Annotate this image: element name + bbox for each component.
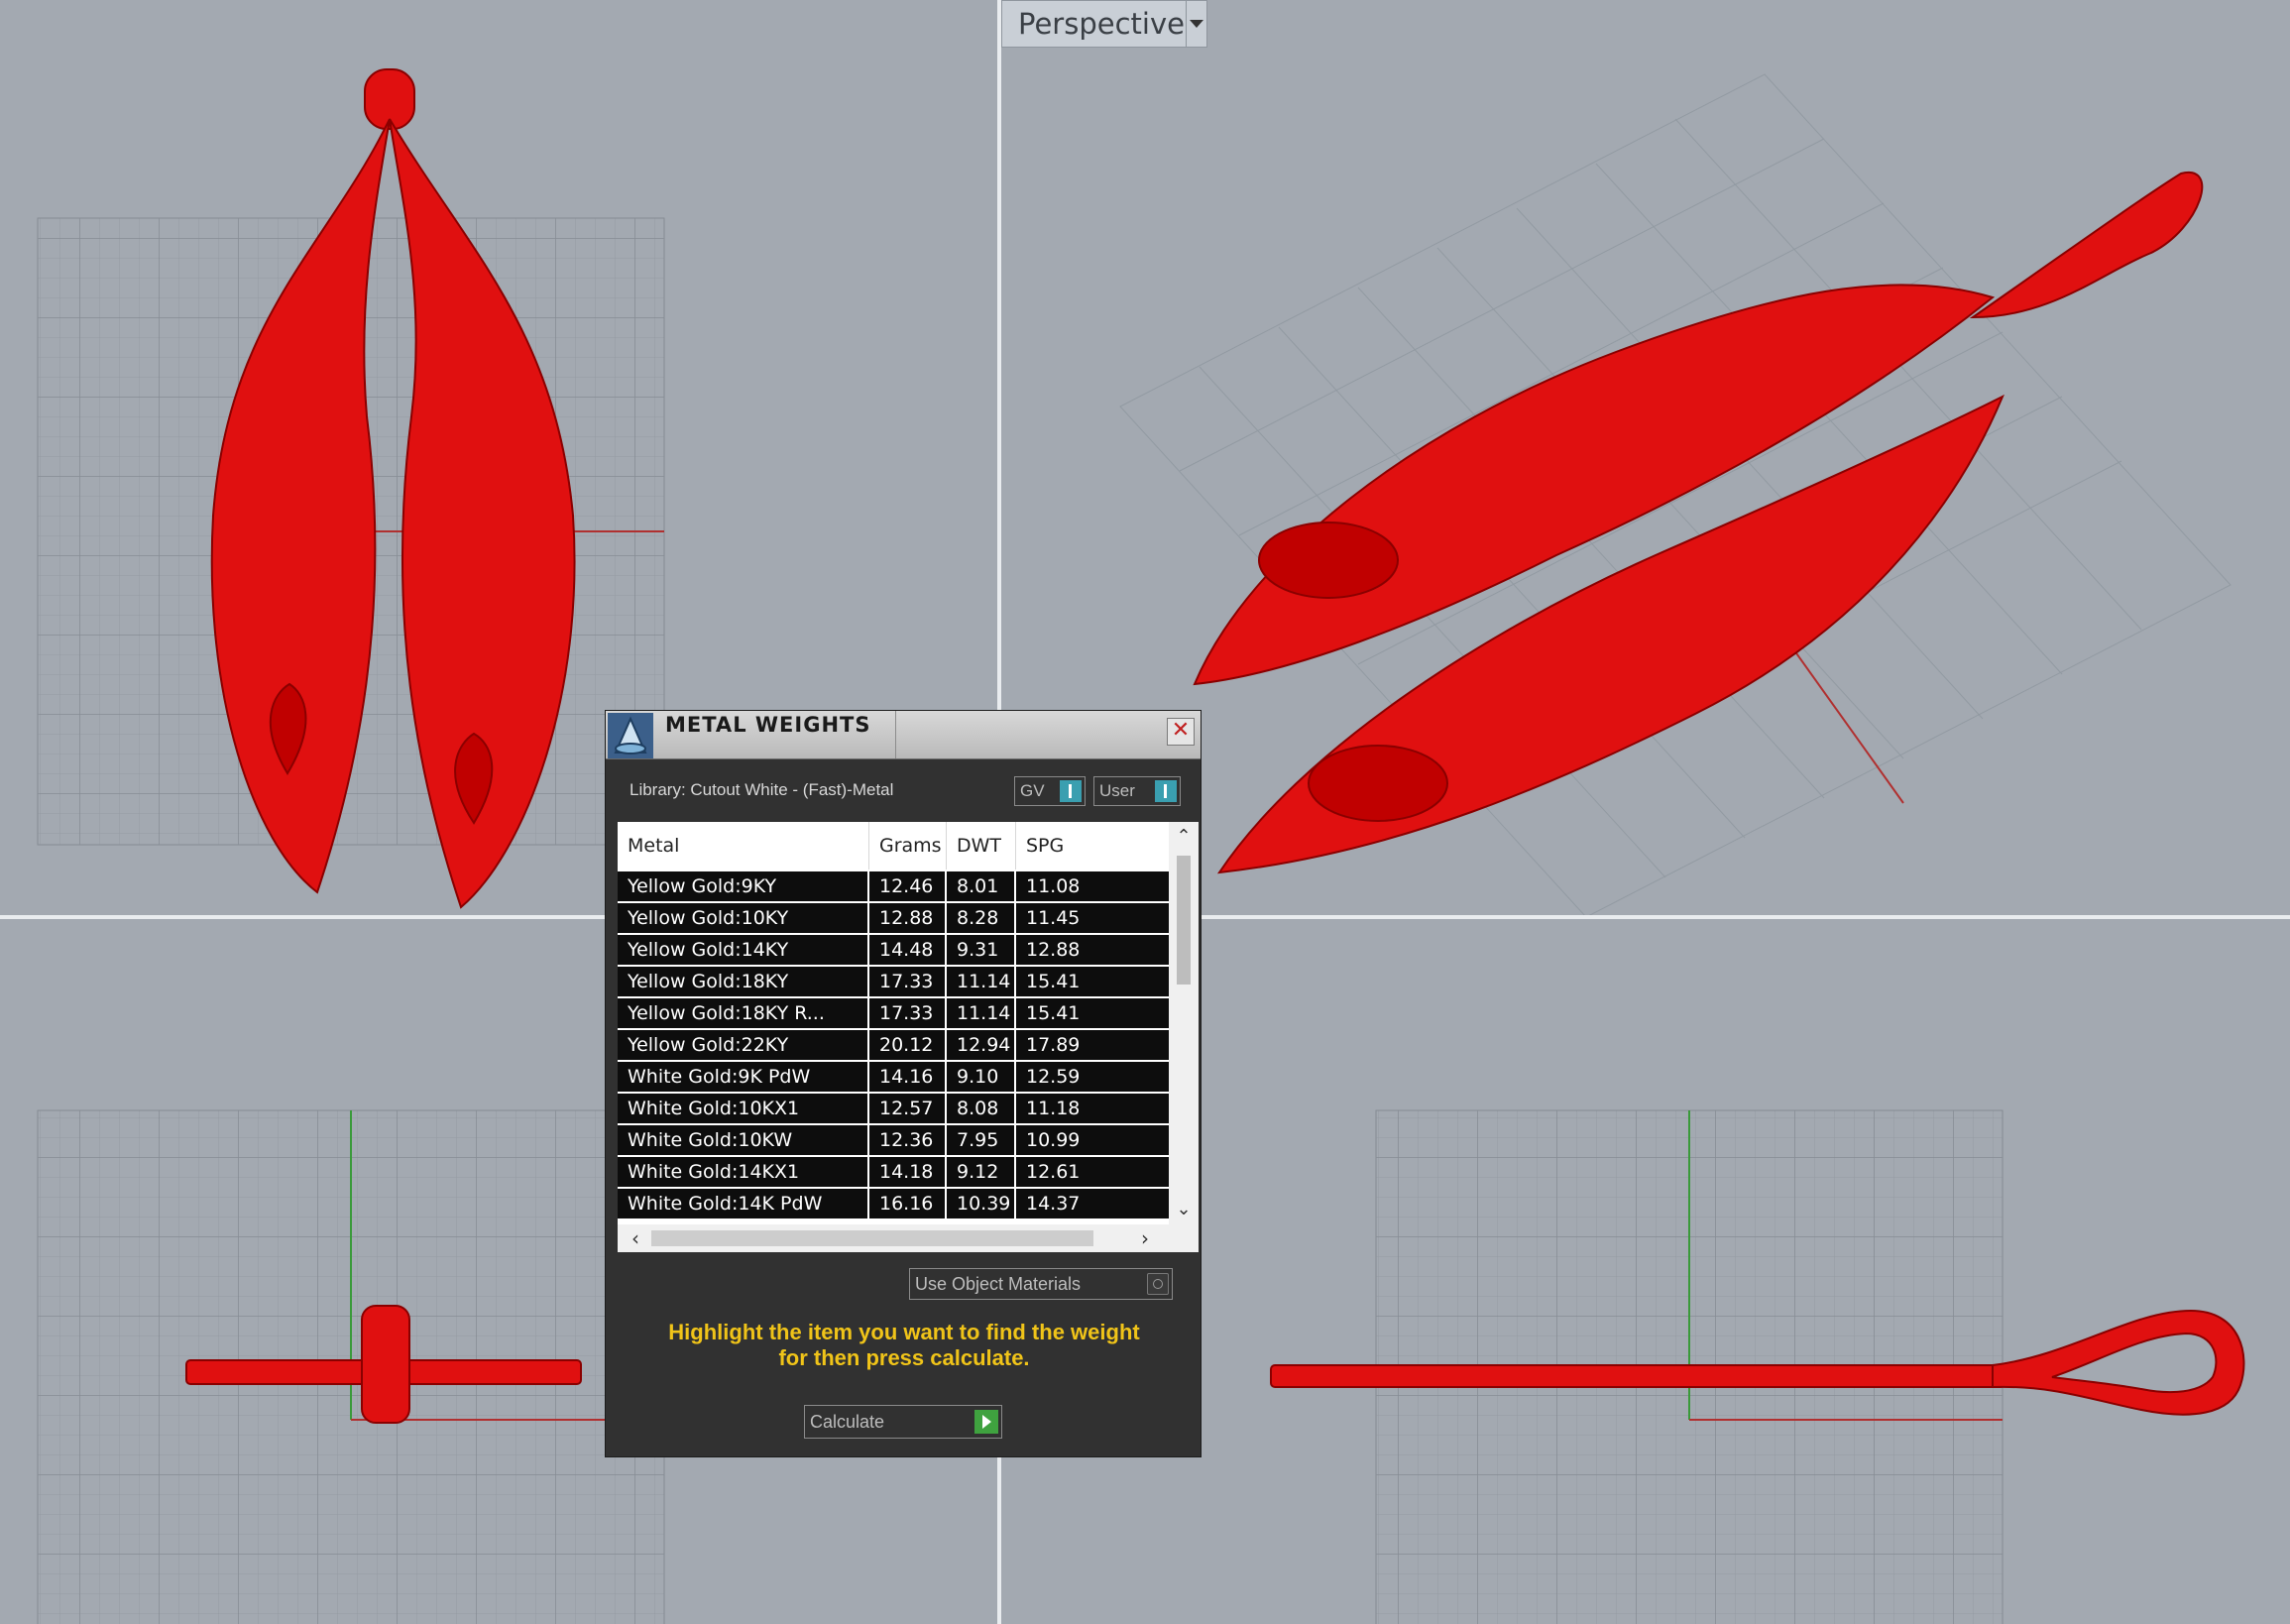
cell-dwt: 7.95 <box>947 1125 1014 1155</box>
cell-grams: 14.48 <box>869 935 945 965</box>
instruction-text: Highlight the item you want to find the … <box>626 1320 1183 1371</box>
scroll-left-icon[interactable]: ‹ <box>622 1224 649 1252</box>
cell-dwt: 10.39 <box>947 1189 1014 1218</box>
cell-dwt: 8.28 <box>947 903 1014 933</box>
dialog-title-bar[interactable]: METAL WEIGHTS ✕ <box>606 711 1201 759</box>
cell-spg: 10.99 <box>1016 1125 1169 1155</box>
cell-dwt: 11.14 <box>947 998 1014 1028</box>
table-row[interactable]: Yellow Gold:18KY R... 17.33 11.14 15.41 <box>618 998 1169 1028</box>
table-row[interactable]: White Gold:14KX1 14.18 9.12 12.61 <box>618 1157 1169 1187</box>
cell-metal: Yellow Gold:9KY <box>618 871 867 901</box>
metal-weights-dialog: METAL WEIGHTS ✕ Library: Cutout White - … <box>605 710 1202 1457</box>
radio-icon <box>1147 1273 1169 1295</box>
column-header-grams[interactable]: Grams <box>869 822 947 870</box>
cell-spg: 12.59 <box>1016 1062 1169 1092</box>
ring-logo-icon <box>608 713 653 758</box>
metal-weights-table: Metal Grams DWT SPG Yellow Gold:9KY 12.46… <box>618 822 1199 1252</box>
vertical-scrollbar[interactable]: ⌃ ⌄ <box>1169 822 1199 1224</box>
cell-grams: 14.16 <box>869 1062 945 1092</box>
cell-spg: 15.41 <box>1016 998 1169 1028</box>
cell-grams: 17.33 <box>869 967 945 996</box>
cell-grams: 12.36 <box>869 1125 945 1155</box>
table-row[interactable]: White Gold:10KX1 12.57 8.08 11.18 <box>618 1094 1169 1123</box>
viewport-label-text: Perspective <box>1018 7 1185 41</box>
cell-dwt: 8.01 <box>947 871 1014 901</box>
table-body: Yellow Gold:9KY 12.46 8.01 11.08 Yellow Gold… <box>618 870 1169 1224</box>
cell-grams: 12.88 <box>869 903 945 933</box>
cell-dwt: 8.08 <box>947 1094 1014 1123</box>
use-object-materials-label: Use Object Materials <box>915 1274 1082 1294</box>
cell-grams: 14.18 <box>869 1157 945 1187</box>
close-icon: ✕ <box>1171 718 1191 743</box>
table-row[interactable]: Yellow Gold:10KY 12.88 8.28 11.45 <box>618 903 1169 933</box>
cell-metal: White Gold:14K PdW <box>618 1189 867 1218</box>
cell-metal: White Gold:10KW <box>618 1125 867 1155</box>
cell-spg: 12.61 <box>1016 1157 1169 1187</box>
cell-metal: Yellow Gold:22KY <box>618 1030 867 1060</box>
cell-grams: 12.46 <box>869 871 945 901</box>
table-row[interactable]: Yellow Gold:22KY 20.12 12.94 17.89 <box>618 1030 1169 1060</box>
close-button[interactable]: ✕ <box>1167 718 1195 746</box>
column-header-metal[interactable]: Metal <box>618 822 869 870</box>
cell-dwt: 9.31 <box>947 935 1014 965</box>
scroll-up-icon[interactable]: ⌃ <box>1169 822 1199 852</box>
user-toggle[interactable]: User <box>1093 776 1181 806</box>
instruction-line-2: for then press calculate. <box>778 1345 1030 1370</box>
play-icon <box>974 1410 998 1434</box>
table-row[interactable]: Yellow Gold:14KY 14.48 9.31 12.88 <box>618 935 1169 965</box>
use-object-materials-toggle[interactable]: Use Object Materials <box>909 1268 1173 1300</box>
gv-toggle-label: GV <box>1020 781 1045 800</box>
cell-metal: White Gold:14KX1 <box>618 1157 867 1187</box>
cell-metal: Yellow Gold:10KY <box>618 903 867 933</box>
scroll-down-icon[interactable]: ⌄ <box>1169 1195 1199 1224</box>
cell-spg: 11.18 <box>1016 1094 1169 1123</box>
cell-metal: Yellow Gold:18KY <box>618 967 867 996</box>
dialog-title: METAL WEIGHTS <box>665 713 871 737</box>
cell-grams: 16.16 <box>869 1189 945 1218</box>
cell-metal: Yellow Gold:14KY <box>618 935 867 965</box>
gv-toggle[interactable]: GV <box>1014 776 1086 806</box>
column-header-dwt[interactable]: DWT <box>947 822 1016 870</box>
cell-grams: 12.57 <box>869 1094 945 1123</box>
cell-dwt: 9.12 <box>947 1157 1014 1187</box>
cell-metal: Yellow Gold:18KY R... <box>618 998 867 1028</box>
cell-dwt: 9.10 <box>947 1062 1014 1092</box>
cell-metal: White Gold:10KX1 <box>618 1094 867 1123</box>
toggle-switch-icon <box>1060 780 1082 802</box>
toggle-switch-icon <box>1155 780 1177 802</box>
cell-spg: 14.37 <box>1016 1189 1169 1218</box>
table-row[interactable]: Yellow Gold:9KY 12.46 8.01 11.08 <box>618 871 1169 901</box>
horizontal-scroll-thumb[interactable] <box>651 1230 1093 1246</box>
title-separator <box>895 711 896 758</box>
library-label: Library: Cutout White - (Fast)-Metal <box>630 780 894 799</box>
horizontal-scrollbar[interactable]: ‹ › <box>618 1224 1199 1252</box>
table-row[interactable]: White Gold:10KW 12.36 7.95 10.99 <box>618 1125 1169 1155</box>
calculate-button[interactable]: Calculate <box>804 1405 1002 1439</box>
column-header-spg[interactable]: SPG <box>1016 822 1169 870</box>
cell-spg: 15.41 <box>1016 967 1169 996</box>
cell-dwt: 11.14 <box>947 967 1014 996</box>
cell-spg: 11.45 <box>1016 903 1169 933</box>
chevron-down-icon[interactable] <box>1186 1 1206 47</box>
cell-dwt: 12.94 <box>947 1030 1014 1060</box>
scroll-thumb[interactable] <box>1177 856 1191 985</box>
cell-grams: 17.33 <box>869 998 945 1028</box>
cell-spg: 12.88 <box>1016 935 1169 965</box>
calculate-label: Calculate <box>810 1412 885 1432</box>
cell-spg: 11.08 <box>1016 871 1169 901</box>
perspective-viewport-label[interactable]: Perspective <box>1001 0 1207 48</box>
table-row[interactable]: White Gold:14K PdW 16.16 10.39 14.37 <box>618 1189 1169 1218</box>
cell-grams: 20.12 <box>869 1030 945 1060</box>
table-row[interactable]: White Gold:9K PdW 14.16 9.10 12.59 <box>618 1062 1169 1092</box>
user-toggle-label: User <box>1099 781 1135 800</box>
cell-spg: 17.89 <box>1016 1030 1169 1060</box>
instruction-line-1: Highlight the item you want to find the … <box>668 1320 1140 1344</box>
table-row[interactable]: Yellow Gold:18KY 17.33 11.14 15.41 <box>618 967 1169 996</box>
cell-metal: White Gold:9K PdW <box>618 1062 867 1092</box>
feather-pendant-perspective <box>1193 171 2204 874</box>
scroll-right-icon[interactable]: › <box>1131 1224 1159 1252</box>
table-header: Metal Grams DWT SPG <box>618 822 1169 870</box>
